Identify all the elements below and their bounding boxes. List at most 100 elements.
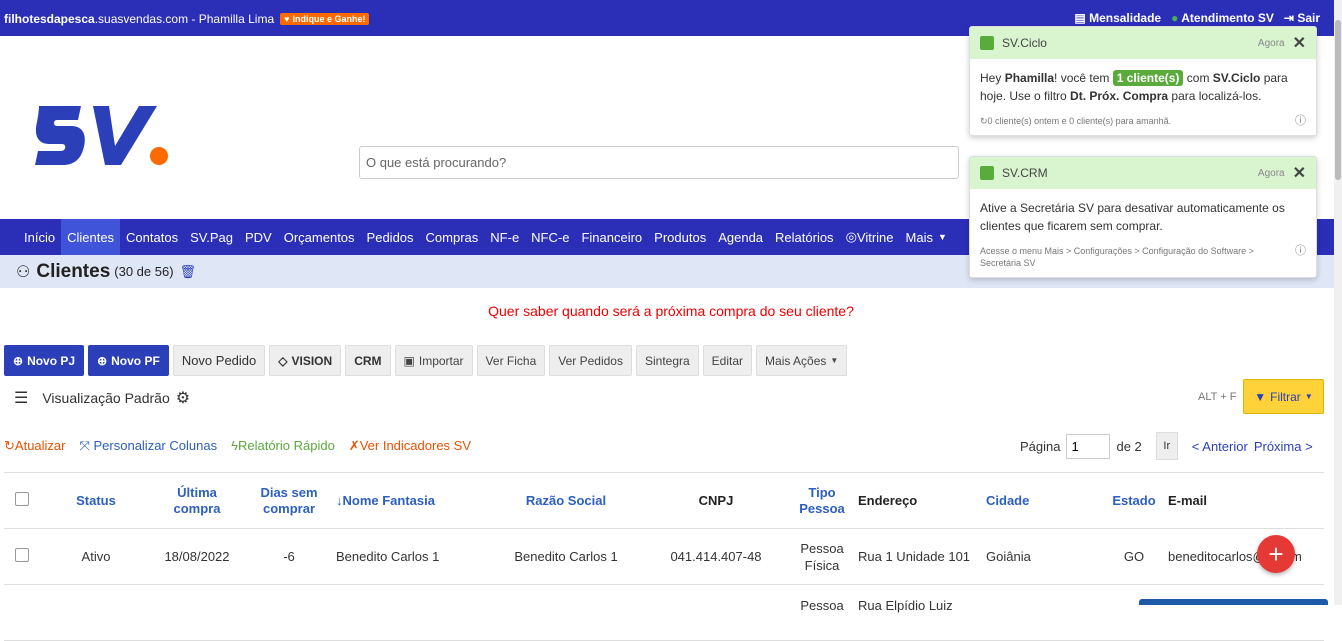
nav-produtos[interactable]: Produtos [648,219,712,255]
menu-icon[interactable]: ☰ [14,388,28,408]
toast-title: SV.CRM [1002,166,1048,180]
chat-widget-tab[interactable] [1139,599,1328,605]
sv-logo[interactable] [35,98,175,173]
col-ultima-compra[interactable]: Última compra [152,472,242,529]
nav-mais[interactable]: Mais ▼ [900,219,953,255]
cell-cnpj: 041.414.407-48 [646,528,786,585]
col-cidade[interactable]: Cidade [986,472,1100,529]
domain-bold: filhotesdapesca [4,12,95,26]
novo-pf-label: Novo PF [111,353,160,368]
crm-button[interactable]: CRM [345,345,391,376]
bolt-icon: ϟ [231,438,238,453]
nav-compras[interactable]: Compras [420,219,485,255]
promo-message[interactable]: Quer saber quando será a próxima compra … [0,303,1342,319]
close-icon[interactable]: ✕ [1293,163,1306,183]
nav-pedidos[interactable]: Pedidos [361,219,420,255]
toast-title: SV.Ciclo [1002,36,1047,50]
toast-footer: Acesse o menu Mais > Configurações > Con… [970,245,1316,277]
col-cnpj: CNPJ [646,472,786,529]
whatsapp-icon: ◎ [845,229,857,244]
info-icon[interactable]: ⓘ [1295,115,1306,127]
relatorio-link[interactable]: ϟRelatório Rápido [231,438,335,454]
importar-button[interactable]: ▣ Importar [394,345,473,376]
ver-pedidos-button[interactable]: Ver Pedidos [549,345,632,376]
page-title: Clientes [36,260,111,282]
col-tipo-pessoa[interactable]: Tipo Pessoa [786,472,858,529]
novo-pf-button[interactable]: ⊕ Novo PF [88,345,169,376]
close-icon[interactable]: ✕ [1293,33,1306,53]
col-nome-fantasia[interactable]: ↓Nome Fantasia [336,472,486,529]
nav-vitrine-label: Vitrine [856,229,894,245]
next-page-link[interactable]: Próxima > [1254,439,1313,454]
info-icon[interactable]: ⓘ [1295,245,1306,269]
search-input[interactable] [359,146,959,179]
heart-icon: ♥ [284,14,290,24]
vision-button[interactable]: ◇ VISION [269,345,342,376]
domain-rest: .suasvendas.com - Phamilla Lima [94,12,275,26]
page-label: Página [1020,438,1061,454]
novo-pj-label: Novo PJ [27,353,76,368]
col-status[interactable]: Status [40,472,152,529]
nav-vitrine[interactable]: ◎ Vitrine [840,219,900,255]
trash-icon[interactable]: 🗑 [180,264,197,280]
account-info: filhotesdapesca.suasvendas.com - Phamill… [4,12,370,26]
go-button[interactable]: Ir [1155,432,1178,460]
scrollbar-thumb[interactable] [1335,20,1341,180]
nav-financeiro[interactable]: Financeiro [575,219,648,255]
nav-svpag[interactable]: SV.Pag [184,219,239,255]
indique-label: Indique e Ganhe! [292,14,366,24]
prev-page-link[interactable]: < Anterior [1192,439,1248,454]
editar-button[interactable]: Editar [702,345,753,376]
indique-badge[interactable]: ♥ Indique e Ganhe! [280,13,370,25]
col-razao-social[interactable]: Razão Social [486,472,646,529]
expand-icon: ⤧ [79,438,94,453]
novo-pedido-button[interactable]: Novo Pedido [172,345,266,376]
novo-pj-button[interactable]: ⊕ Novo PJ [4,345,85,376]
nav-pdv[interactable]: PDV [239,219,278,255]
cell-ultima-compra: 18/08/2022 [152,528,242,585]
indicadores-label: Ver Indicadores SV [359,438,472,453]
atualizar-link[interactable]: ↻Atualizar [4,438,65,454]
indicadores-link[interactable]: ✗Ver Indicadores SV [349,438,471,454]
toast-header: SV.CRM Agora ✕ [970,157,1316,189]
atendimento-link[interactable]: ● Atendimento SV [1171,11,1274,25]
mensalidade-link[interactable]: ▤ Mensalidade [1074,11,1161,25]
nav-nfe[interactable]: NF-e [484,219,525,255]
nav-inicio[interactable]: Início [18,219,61,255]
ver-ficha-button[interactable]: Ver Ficha [476,345,546,376]
col-dias-sem-comprar[interactable]: Dias sem comprar [242,472,336,529]
billing-icon: ▤ [1074,11,1090,25]
personalizar-label: Personalizar Colunas [93,438,218,453]
page-input[interactable] [1066,433,1111,459]
col-estado[interactable]: Estado [1100,472,1168,529]
filter-button[interactable]: ▼ Filtrar ▼ [1243,379,1324,414]
nav-relatorios[interactable]: Relatórios [769,219,840,255]
quick-links: ↻Atualizar ⤧ Personalizar Colunas ϟRelat… [4,438,471,454]
view-label[interactable]: Visualização Padrão [42,390,169,406]
toast-header: SV.Ciclo Agora ✕ [970,27,1316,59]
scrollbar[interactable] [1334,0,1342,605]
mais-acoes-button[interactable]: Mais Ações ▼ [756,345,848,376]
caret-down-icon: ▼ [937,232,947,242]
top-right-links: ▤ Mensalidade ● Atendimento SV ⇥ Sair [1074,11,1320,25]
row-checkbox[interactable] [15,547,29,562]
add-fab-button[interactable]: + [1257,535,1295,573]
gear-icon[interactable]: ⚙ [176,388,190,408]
toast-footer: ↻0 cliente(s) ontem e 0 cliente(s) para … [970,115,1316,135]
table-row[interactable]: Ativo 18/08/2022 -6 Benedito Carlos 1 Be… [4,528,1324,585]
page-total: de 2 [1116,438,1142,454]
personalizar-link[interactable]: ⤧ Personalizar Colunas [79,438,217,454]
nav-contatos[interactable]: Contatos [120,219,184,255]
relatorio-label: Relatório Rápido [237,438,335,453]
nav-orcamentos[interactable]: Orçamentos [278,219,361,255]
sintegra-button[interactable]: Sintegra [635,345,699,376]
action-toolbar: ⊕ Novo PJ ⊕ Novo PF Novo Pedido ◇ VISION CR… [4,345,848,376]
select-all-checkbox[interactable] [15,491,29,506]
nav-nfce[interactable]: NFC-e [525,219,575,255]
refresh-icon: ↻ [4,438,15,453]
table-row[interactable]: Pessoa Rua Elpídio Luiz [4,584,1324,641]
nav-agenda[interactable]: Agenda [712,219,769,255]
logout-link[interactable]: ⇥ Sair [1284,11,1320,25]
nav-clientes[interactable]: Clientes [61,219,121,255]
atendimento-label: Atendimento SV [1181,11,1274,25]
